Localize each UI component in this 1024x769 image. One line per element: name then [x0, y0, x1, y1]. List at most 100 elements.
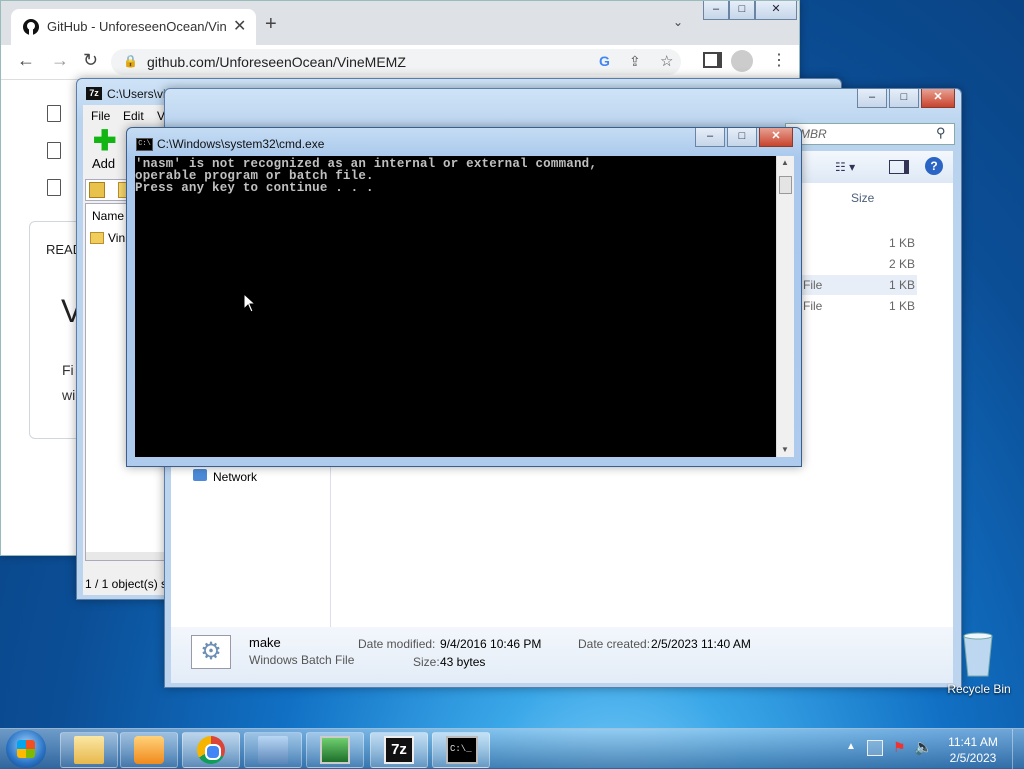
help-icon[interactable]: ? [925, 157, 943, 175]
chrome-icon-center [205, 744, 221, 760]
tab-search-icon[interactable]: ⌄ [673, 15, 683, 29]
details-modified-label: Date modified: [358, 637, 436, 651]
taskbar-task-manager[interactable] [306, 732, 364, 768]
folder-row-name[interactable]: Vin [108, 231, 125, 245]
volume-icon[interactable]: 🔈 [914, 738, 933, 756]
preview-pane-icon[interactable] [889, 160, 909, 174]
computer-icon [258, 736, 288, 764]
bookmark-star-icon[interactable]: ☆ [660, 52, 673, 70]
details-file-name: make [249, 635, 281, 650]
forward-icon[interactable]: → [51, 50, 69, 71]
console-output-area[interactable]: 'nasm' is not recognized as an internal … [135, 156, 776, 457]
share-icon[interactable]: ⇪ [629, 53, 641, 70]
details-created-value: 2/5/2023 11:40 AM [651, 637, 751, 651]
taskbar-media-player[interactable] [120, 732, 178, 768]
console-text: 'nasm' is not recognized as an internal … [135, 157, 598, 195]
explorer-maximize-button[interactable]: □ [889, 89, 919, 108]
taskbar-sevenzip[interactable]: 7z [370, 732, 428, 768]
sevenzip-title: C:\Users\vi [107, 87, 166, 101]
column-header-name[interactable]: Name [92, 209, 124, 223]
chrome-tab[interactable]: GitHub - UnforeseenOcean/Vine ✕ [11, 9, 256, 45]
clock[interactable]: 11:41 AM 2/5/2023 [940, 733, 1006, 765]
chrome-tabstrip: GitHub - UnforeseenOcean/Vine ✕ + ⌄ – □ … [1, 1, 799, 45]
network-tray-icon[interactable] [867, 740, 883, 756]
add-plus-icon[interactable]: ✚ [93, 127, 116, 155]
media-player-icon [134, 736, 164, 764]
taskbar-explorer[interactable] [60, 732, 118, 768]
clock-date: 2/5/2023 [949, 751, 997, 765]
action-center-flag-icon[interactable]: ⚑ [893, 739, 906, 756]
menu-file[interactable]: File [91, 109, 110, 123]
chrome-minimize-button[interactable]: – [703, 1, 729, 20]
start-button[interactable] [6, 730, 46, 768]
cmd-app-icon: C:\ [136, 138, 153, 151]
readme-paragraph-line: wi [62, 387, 76, 403]
new-tab-icon[interactable]: + [265, 13, 277, 36]
scroll-up-icon[interactable]: ▲ [781, 158, 789, 167]
taskbar-chrome[interactable] [182, 732, 240, 768]
horizontal-scrollbar[interactable] [86, 552, 166, 560]
explorer-minimize-button[interactable]: – [857, 89, 887, 108]
sevenzip-app-icon: 7z [86, 87, 102, 100]
recycle-bin[interactable]: Recycle Bin [944, 630, 1014, 700]
chrome-maximize-button[interactable]: □ [729, 1, 755, 20]
sevenzip-status-text: 1 / 1 object(s) s [85, 577, 168, 591]
cmd-icon: C:\_ [446, 736, 478, 764]
file-icon [47, 105, 61, 122]
file-icon [47, 142, 61, 159]
search-icon: ⚲ [936, 125, 946, 140]
side-panel-icon[interactable] [703, 52, 722, 68]
details-pane: ⚙ make Windows Batch File Date modified:… [171, 627, 953, 683]
explorer-close-button[interactable]: ✕ [921, 89, 955, 108]
close-tab-icon[interactable]: ✕ [233, 16, 246, 36]
clock-time: 11:41 AM [948, 735, 998, 749]
network-icon [193, 469, 207, 481]
cmd-vertical-scrollbar[interactable]: ▲ ▼ [776, 156, 794, 457]
chrome-menu-icon[interactable]: ⋮ [771, 50, 787, 70]
folder-icon [90, 232, 104, 244]
folder-icon [74, 736, 104, 764]
column-header-size[interactable]: Size [851, 191, 874, 205]
nav-network[interactable]: Network [213, 470, 257, 484]
menu-edit[interactable]: Edit [123, 109, 144, 123]
cmd-window: C:\ C:\Windows\system32\cmd.exe – □ ✕ 'n… [126, 127, 802, 467]
details-created-label: Date created: [578, 637, 651, 651]
view-options-icon[interactable]: ☷ ▾ [835, 160, 855, 174]
recycle-bin-label: Recycle Bin [947, 682, 1011, 696]
details-modified-value: 9/4/2016 10:46 PM [440, 637, 542, 651]
profile-avatar-icon[interactable] [731, 50, 753, 72]
address-bar[interactable]: 🔒 github.com/UnforeseenOcean/VineMEMZ G … [111, 49, 681, 75]
up-folder-icon[interactable] [89, 182, 105, 198]
google-icon[interactable]: G [599, 53, 610, 69]
details-file-type: Windows Batch File [249, 653, 355, 667]
search-placeholder: MBR [800, 127, 827, 141]
taskbar-remote-desktop[interactable] [244, 732, 302, 768]
cmd-close-button[interactable]: ✕ [759, 128, 793, 147]
chrome-close-button[interactable]: ✕ [755, 1, 797, 20]
explorer-search-box[interactable]: MBR ⚲ [785, 123, 955, 145]
show-hidden-icons-icon[interactable]: ▲ [846, 741, 856, 752]
batch-file-gear-icon: ⚙ [191, 635, 231, 669]
cmd-minimize-button[interactable]: – [695, 128, 725, 147]
cmd-maximize-button[interactable]: □ [727, 128, 757, 147]
file-size: 1 KB [888, 236, 915, 250]
file-row[interactable]: 1 KB [791, 233, 917, 253]
windows-logo-icon [17, 740, 35, 758]
scroll-thumb[interactable] [779, 176, 792, 194]
add-button[interactable]: Add [92, 156, 115, 171]
reload-icon[interactable]: ↻ [83, 50, 98, 71]
sevenzip-icon: 7z [384, 736, 414, 764]
file-row[interactable]: 2 KB [791, 254, 917, 274]
lock-icon: 🔒 [123, 54, 138, 68]
recycle-bin-icon [963, 632, 993, 677]
taskbar-cmd[interactable]: C:\_ [432, 732, 490, 768]
mouse-cursor-icon [243, 293, 257, 313]
file-icon [47, 179, 61, 196]
file-row-selected[interactable]: h File 1 KB [791, 275, 917, 295]
chrome-tab-title: GitHub - UnforeseenOcean/Vine [47, 19, 227, 34]
file-row[interactable]: h File 1 KB [791, 296, 917, 316]
show-desktop-button[interactable] [1012, 729, 1024, 769]
scroll-down-icon[interactable]: ▼ [781, 445, 789, 454]
monitor-icon [320, 736, 350, 764]
back-icon[interactable]: ← [17, 50, 35, 71]
